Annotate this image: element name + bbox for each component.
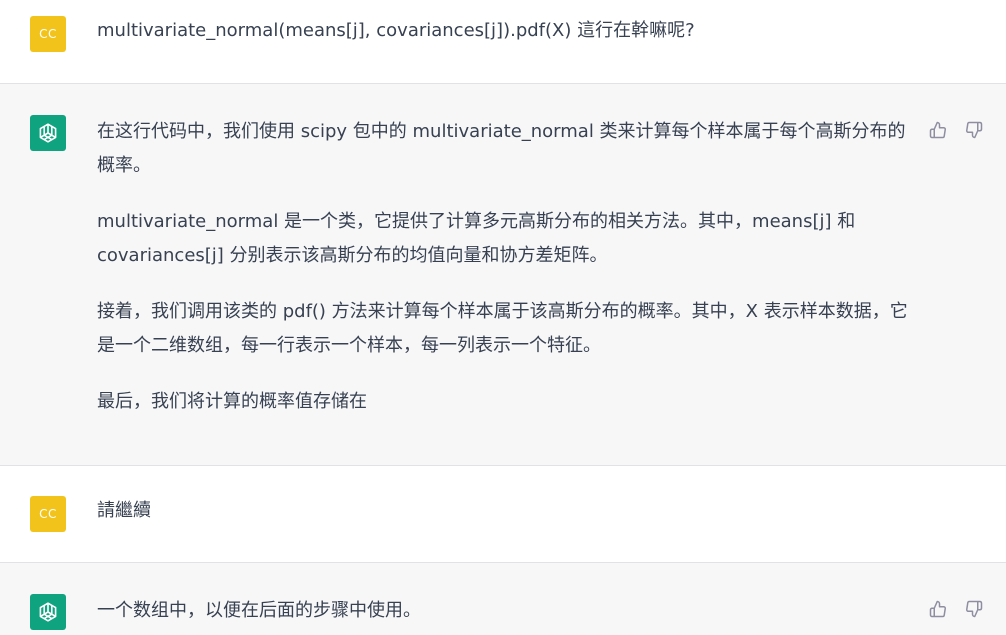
message-paragraph: 最后，我们将计算的概率值存储在 [97,391,367,412]
assistant-message-1: 在这行代码中，我们使用 scipy 包中的 multivariate_norma… [0,84,1006,465]
thumbs-up-icon [929,600,946,618]
message-paragraph: 請繼續 [97,500,151,521]
message-paragraph: 接着，我们调用该类的 pdf() 方法来计算每个样本属于该高斯分布的概率。其中，… [97,301,908,356]
message-feedback [926,118,986,142]
thumbs-down-icon [966,600,983,618]
message-paragraph: multivariate_normal(means[j], covariance… [97,20,695,41]
message-text: 在这行代码中，我们使用 scipy 包中的 multivariate_norma… [97,115,917,419]
message-text: multivariate_normal(means[j], covariance… [97,14,917,48]
user-message-2: CC 請繼續 [0,466,1006,562]
message-feedback [926,597,986,621]
message-paragraph: multivariate_normal 是一个类，它提供了计算多元高斯分布的相关… [97,211,856,266]
thumbs-up-button[interactable] [926,118,950,142]
openai-logo-icon [39,123,57,143]
thumbs-down-button[interactable] [962,597,986,621]
assistant-avatar [30,115,66,151]
user-avatar: CC [30,496,66,532]
openai-logo-icon [39,602,57,622]
message-paragraph: 在这行代码中，我们使用 scipy 包中的 multivariate_norma… [97,121,906,176]
message-paragraph: 一个数组中，以便在后面的步骤中使用。 [97,600,421,621]
user-message-1: CC multivariate_normal(means[j], covaria… [0,0,1006,83]
thumbs-up-button[interactable] [926,597,950,621]
thumbs-down-button[interactable] [962,118,986,142]
user-avatar: CC [30,16,66,52]
thumbs-down-icon [966,121,983,139]
user-avatar-initials: CC [39,507,57,521]
message-text: 一个数组中，以便在后面的步骤中使用。 [97,594,917,628]
thumbs-up-icon [929,121,946,139]
assistant-message-2: 一个数组中，以便在后面的步骤中使用。 [0,563,1006,635]
user-avatar-initials: CC [39,27,57,41]
assistant-avatar [30,594,66,630]
message-text: 請繼續 [97,494,917,528]
